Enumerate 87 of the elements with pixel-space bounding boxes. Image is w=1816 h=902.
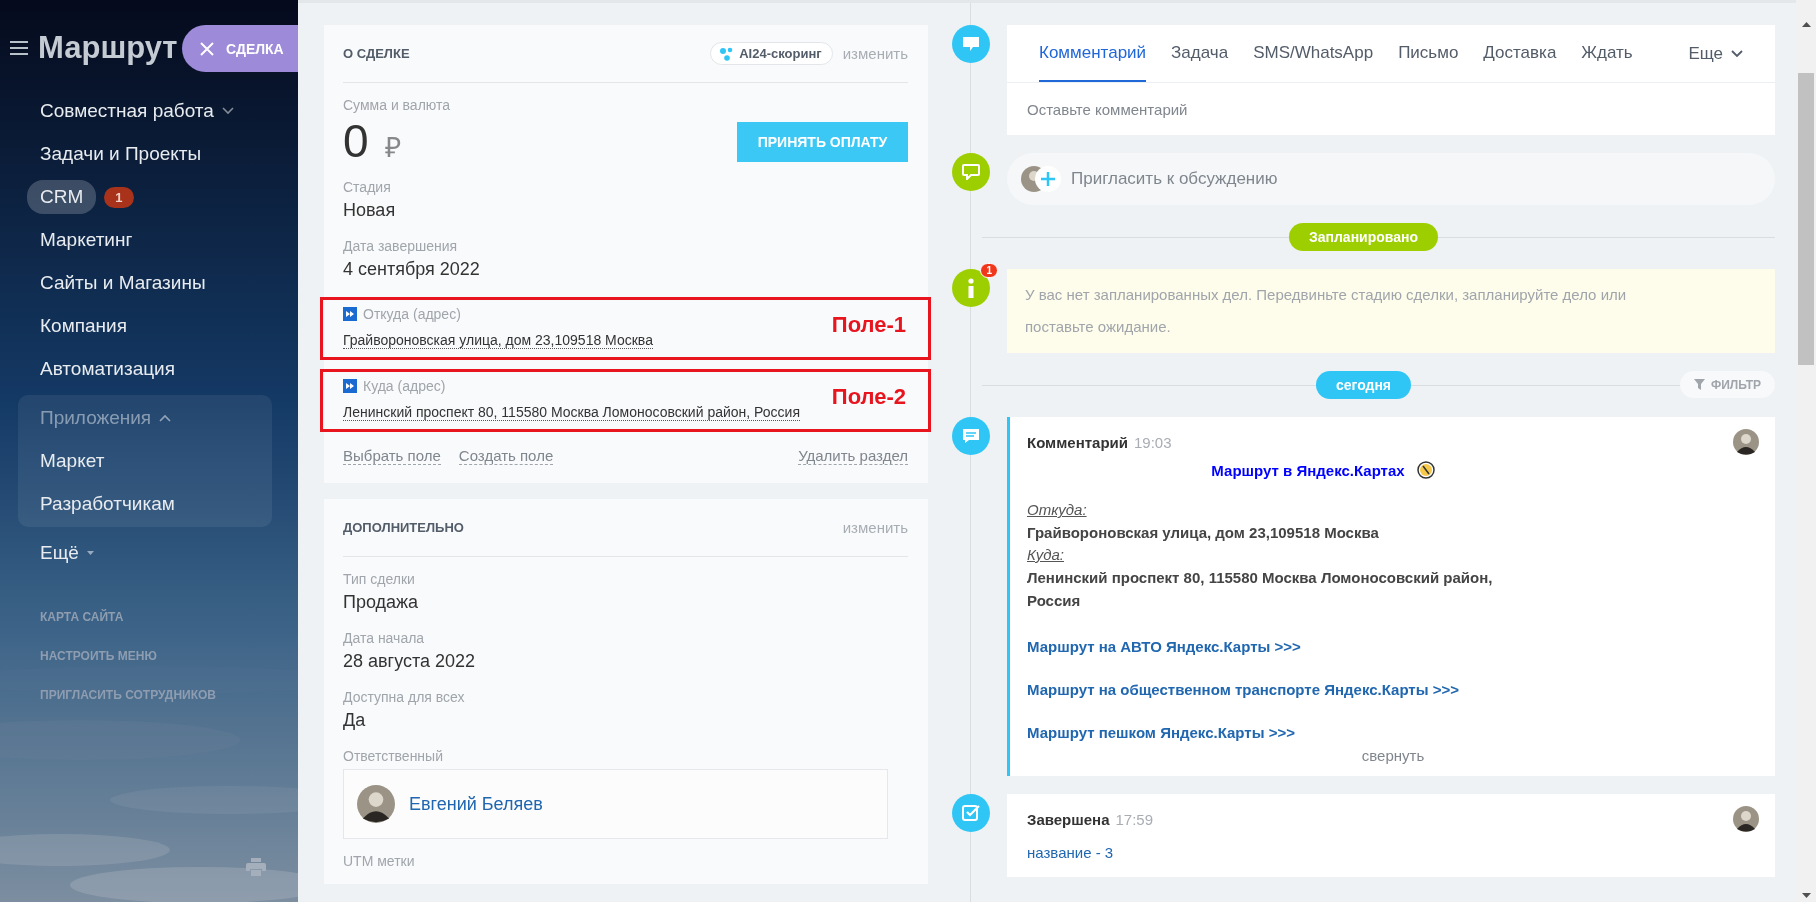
from-address: Грайвороновская улица, дом 23,109518 Москва — [1027, 523, 1380, 543]
avatar — [1733, 429, 1759, 455]
currency-sign: ₽ — [384, 131, 401, 165]
collapse-link[interactable]: свернуть — [1361, 747, 1425, 764]
field-value: Да — [343, 710, 367, 731]
entry-time: 17:59 — [1115, 810, 1154, 828]
section-title: О СДЕЛКЕ — [343, 46, 410, 61]
nav-item[interactable]: Сайты и Магазины — [27, 266, 219, 300]
molecule-icon — [719, 46, 734, 61]
field-label: UTM метки — [343, 853, 416, 869]
field-label: Куда (адрес) — [363, 378, 446, 394]
funnel-icon — [1693, 379, 1705, 390]
nav-item[interactable]: Разработчикам — [27, 487, 188, 521]
chevron-down-icon — [221, 107, 234, 115]
caret-icon — [86, 551, 94, 555]
entry-title: Комментарий — [1027, 433, 1128, 451]
amount-value: 0 — [343, 118, 369, 164]
field-action-link[interactable]: Создать поле — [458, 447, 554, 465]
route-heading: Маршрут в Яндекс.Картах — [1211, 461, 1405, 479]
route-link[interactable]: Маршрут на общественном транспорте Яндекс.Карты >>> — [1027, 681, 1459, 698]
scoring-button[interactable]: AI24-скоринг — [710, 42, 833, 65]
scroll-down-arrow-icon[interactable] — [1801, 893, 1811, 898]
composer-tab[interactable]: Задача — [1171, 25, 1229, 82]
field-value: 28 августа 2022 — [343, 651, 477, 672]
nav-item[interactable]: Маркет — [27, 444, 118, 478]
entry-title: Завершена — [1027, 810, 1110, 828]
field-value: 4 сентября 2022 — [343, 259, 481, 280]
field-action-link[interactable]: Выбрать поле — [343, 447, 441, 465]
nav-item[interactable]: CRM — [27, 180, 97, 214]
field-label: Сумма и валюта — [343, 97, 452, 113]
compass-icon — [1416, 461, 1435, 479]
more-tabs-button[interactable]: Еще — [1688, 25, 1743, 82]
annotation-label: Поле-2 — [831, 384, 906, 410]
chevron-up-icon — [159, 414, 172, 422]
field-label: Тип сделки — [343, 571, 416, 587]
chat-bubble-icon — [952, 153, 990, 191]
field-value: Новая — [343, 200, 397, 221]
timeline-section-badge: Запланировано — [1288, 223, 1439, 251]
invite-button[interactable]: Пригласить к обсуждению — [1007, 153, 1775, 205]
close-icon — [200, 41, 214, 56]
more-menu-item[interactable]: Ещё — [27, 536, 107, 570]
composer-tab[interactable]: Ждать — [1581, 25, 1633, 82]
field-label: Откуда (адрес) — [363, 306, 461, 322]
address-value[interactable]: Грайвороновская улица, дом 23,109518 Москва — [343, 332, 653, 349]
annotation-label: Поле-1 — [831, 312, 906, 338]
task-link[interactable]: название - 3 — [1027, 844, 1114, 861]
chevron-down-icon — [1731, 49, 1743, 58]
composer-tab[interactable]: Письмо — [1398, 25, 1459, 82]
nav-item[interactable]: Маркетинг — [27, 223, 146, 257]
avatar — [357, 785, 395, 823]
field-label: Дата завершения — [343, 238, 459, 254]
avatar — [1733, 806, 1759, 832]
nav-group-toggle[interactable]: Приложения — [27, 401, 185, 435]
address-value[interactable]: Ленинский проспект 80, 115580 Москва Ломоносовский район, Россия — [343, 404, 800, 421]
person-name-link[interactable]: Евгений Беляев — [409, 793, 543, 815]
to-address: Ленинский проспект 80, 115580 Москва Ломоносовский район, Россия — [1027, 568, 1494, 611]
field-label: Ответственный — [343, 748, 444, 764]
route-link[interactable]: Маршрут на АВТО Яндекс.Карты >>> — [1027, 638, 1301, 655]
add-user-icon — [1021, 165, 1063, 193]
field-label: Доступна для всех — [343, 689, 466, 705]
section-title: ДОПОЛНИТЕЛЬНО — [343, 520, 464, 535]
fast-forward-icon — [343, 307, 357, 321]
scroll-up-arrow-icon[interactable] — [1801, 22, 1811, 27]
nav-item[interactable]: Автоматизация — [27, 352, 188, 386]
nav-item[interactable]: Задачи и Проекты — [27, 137, 215, 171]
route-link[interactable]: Маршрут пешком Яндекс.Карты >>> — [1027, 724, 1295, 741]
page-title: Маршрут — [38, 30, 178, 66]
comment-input[interactable]: Оставьте комментарий — [1007, 83, 1775, 135]
counter-badge: 1 — [980, 263, 998, 278]
comment-icon — [952, 417, 990, 455]
entry-time: 19:03 — [1134, 433, 1172, 451]
checkbox-icon — [952, 794, 990, 832]
chat-bubble-icon — [952, 25, 990, 63]
timeline-section-badge: сегодня — [1315, 371, 1412, 399]
field-value: Продажа — [343, 592, 420, 613]
to-label: Куда: — [1027, 545, 1064, 565]
nav-group-toggle[interactable]: Совместная работа — [27, 94, 247, 128]
menu-icon[interactable] — [10, 41, 28, 55]
composer-tab[interactable]: SMS/WhatsApp — [1253, 25, 1374, 82]
nav-item[interactable]: Компания — [27, 309, 140, 343]
field-label: Дата начала — [343, 630, 426, 646]
composer-tab[interactable]: Доставка — [1483, 25, 1557, 82]
fast-forward-icon — [343, 379, 357, 393]
notice-text: У вас нет запланированных дел. Передвиньте стадию сделки, запланируйте дело или поставьте ожидание. — [1007, 269, 1775, 353]
from-label: Откуда: — [1027, 500, 1087, 520]
delete-section-link[interactable]: Удалить раздел — [798, 447, 908, 465]
field-label: Стадия — [343, 179, 392, 195]
